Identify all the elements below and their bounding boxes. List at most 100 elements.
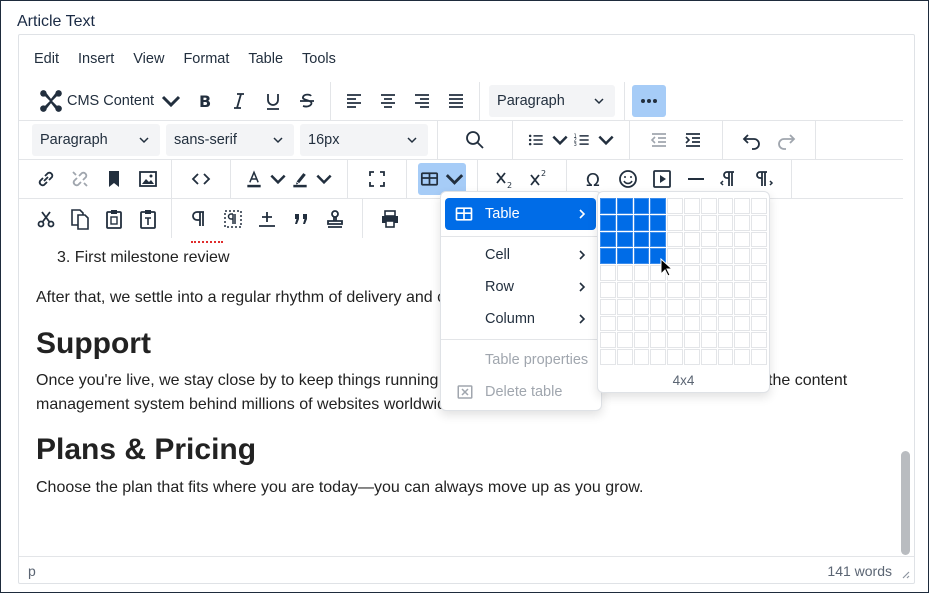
table-grid-cell[interactable]	[717, 265, 734, 281]
blockquote-button[interactable]	[285, 203, 317, 235]
menu-item-table[interactable]: Table	[445, 198, 596, 230]
show-blocks-button[interactable]	[183, 203, 215, 235]
table-grid-cell[interactable]	[700, 298, 717, 315]
table-grid-cell[interactable]	[751, 198, 767, 214]
table-grid-cell[interactable]	[667, 282, 683, 298]
table-grid-cell[interactable]	[600, 265, 616, 281]
table-grid-cell[interactable]	[600, 248, 616, 265]
menu-insert[interactable]: Insert	[77, 47, 115, 71]
table-grid-cell[interactable]	[684, 332, 700, 349]
bullet-list-button[interactable]	[526, 124, 570, 156]
table-grid-cell[interactable]	[700, 248, 717, 265]
table-grid-cell[interactable]	[650, 349, 667, 365]
table-grid-cell[interactable]	[650, 198, 667, 214]
table-grid-cell[interactable]	[616, 265, 633, 281]
table-grid-cell[interactable]	[717, 298, 734, 315]
print-button[interactable]	[374, 203, 406, 235]
table-grid-cell[interactable]	[600, 214, 616, 231]
more-toolbar-button[interactable]	[632, 85, 667, 117]
insert-content-button[interactable]	[251, 203, 283, 235]
table-grid-cell[interactable]	[667, 349, 683, 365]
table-grid-cell[interactable]	[751, 231, 767, 248]
code-button[interactable]	[185, 163, 217, 195]
search-button[interactable]	[459, 124, 491, 156]
font-block-select[interactable]: Paragraph	[32, 124, 160, 156]
table-grid-cell[interactable]	[600, 198, 616, 214]
menu-item-row[interactable]: Row	[445, 271, 596, 303]
table-grid-cell[interactable]	[650, 332, 667, 349]
table-grid-cell[interactable]	[717, 349, 734, 365]
table-grid-cell[interactable]	[667, 332, 683, 349]
bookmark-button[interactable]	[98, 163, 130, 195]
table-grid-cell[interactable]	[616, 298, 633, 315]
align-center-button[interactable]	[372, 85, 404, 117]
menu-format[interactable]: Format	[182, 47, 230, 71]
unlink-button[interactable]	[64, 163, 96, 195]
table-grid-cell[interactable]	[751, 332, 767, 349]
table-grid-cell[interactable]	[633, 349, 650, 365]
table-grid-cell[interactable]	[734, 231, 751, 248]
table-grid-cell[interactable]	[633, 332, 650, 349]
table-grid-cell[interactable]	[633, 282, 650, 298]
table-grid-cell[interactable]	[616, 198, 633, 214]
table-grid-cell[interactable]	[633, 231, 650, 248]
bold-button[interactable]: B	[189, 85, 221, 117]
align-right-button[interactable]	[406, 85, 438, 117]
cut-button[interactable]	[30, 203, 62, 235]
table-grid-cell[interactable]	[667, 214, 683, 231]
font-family-select[interactable]: sans-serif	[166, 124, 294, 156]
fullscreen-button[interactable]	[361, 163, 393, 195]
menu-item-cell[interactable]: Cell	[445, 239, 596, 271]
table-grid-cell[interactable]	[734, 214, 751, 231]
table-grid-cell[interactable]	[734, 248, 751, 265]
table-grid-cell[interactable]	[600, 315, 616, 332]
undo-button[interactable]	[736, 124, 768, 156]
menu-item-table-properties[interactable]: Table properties	[445, 344, 596, 376]
table-grid-cell[interactable]	[667, 198, 683, 214]
table-grid-cell[interactable]	[717, 248, 734, 265]
table-grid-cell[interactable]	[616, 248, 633, 265]
table-grid-cell[interactable]	[751, 248, 767, 265]
table-grid-cell[interactable]	[734, 198, 751, 214]
table-grid-cell[interactable]	[684, 349, 700, 365]
block-format-select[interactable]: Paragraph	[489, 85, 616, 117]
font-size-select[interactable]: 16px	[300, 124, 428, 156]
table-grid-cell[interactable]	[751, 265, 767, 281]
table-grid-cell[interactable]	[700, 332, 717, 349]
table-grid-cell[interactable]	[684, 282, 700, 298]
table-grid-cell[interactable]	[684, 198, 700, 214]
table-grid-cell[interactable]	[600, 298, 616, 315]
menu-item-delete-table[interactable]: Delete table	[445, 376, 596, 408]
table-grid-cell[interactable]	[700, 349, 717, 365]
table-grid-cell[interactable]	[734, 332, 751, 349]
menu-table[interactable]: Table	[247, 47, 284, 71]
table-grid-cell[interactable]	[751, 282, 767, 298]
table-grid-cell[interactable]	[700, 315, 717, 332]
table-grid-cell[interactable]	[717, 214, 734, 231]
table-grid-cell[interactable]	[700, 282, 717, 298]
table-grid-cell[interactable]	[684, 265, 700, 281]
table-grid-cell[interactable]	[633, 248, 650, 265]
copy-button[interactable]	[64, 203, 96, 235]
table-grid-cell[interactable]	[684, 231, 700, 248]
table-grid-cell[interactable]	[717, 231, 734, 248]
table-grid-cell[interactable]	[684, 315, 700, 332]
table-grid-cell[interactable]	[650, 315, 667, 332]
table-grid-cell[interactable]	[633, 298, 650, 315]
outdent-button[interactable]	[643, 124, 675, 156]
table-grid[interactable]	[600, 198, 768, 366]
strikethrough-button[interactable]	[291, 85, 323, 117]
table-grid-cell[interactable]	[633, 265, 650, 281]
align-left-button[interactable]	[338, 85, 370, 117]
menu-view[interactable]: View	[132, 47, 165, 71]
table-grid-cell[interactable]	[667, 315, 683, 332]
link-button[interactable]	[30, 163, 62, 195]
table-grid-cell[interactable]	[600, 282, 616, 298]
word-count[interactable]: 141 words	[827, 563, 892, 579]
table-grid-cell[interactable]	[633, 315, 650, 332]
table-grid-cell[interactable]	[684, 214, 700, 231]
table-grid-cell[interactable]	[751, 298, 767, 315]
table-grid-cell[interactable]	[633, 214, 650, 231]
table-grid-cell[interactable]	[650, 214, 667, 231]
table-grid-cell[interactable]	[684, 298, 700, 315]
